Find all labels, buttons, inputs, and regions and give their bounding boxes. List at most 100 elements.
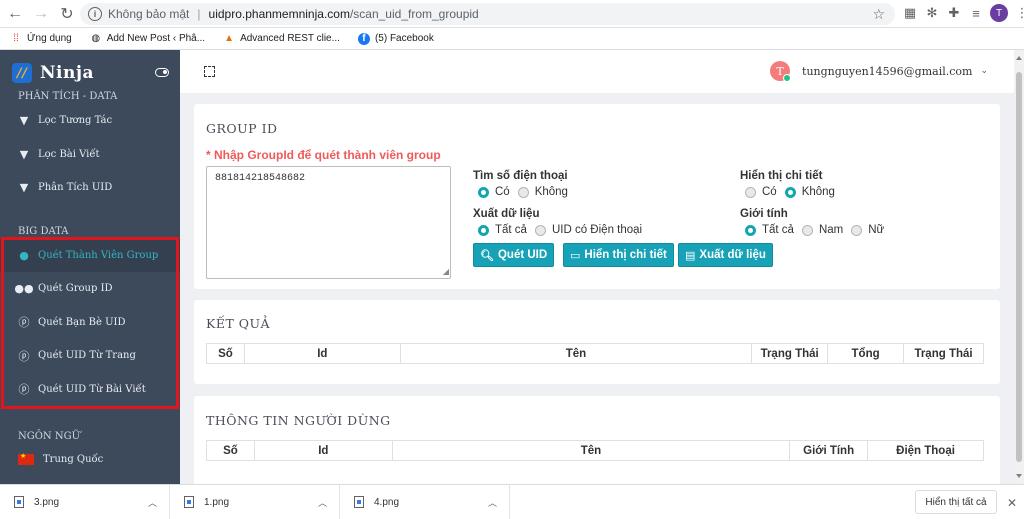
column-header: Tên (391, 440, 791, 461)
filter-icon: ▼ (19, 147, 29, 161)
playlist-icon[interactable]: ≡ (968, 5, 984, 21)
info-icon[interactable]: i (88, 7, 102, 21)
download-filename: 1.png (204, 496, 230, 508)
radio-find-phone-yes[interactable] (478, 186, 489, 198)
results-card: KẾT QUẢ Số Id Tên Trạng Thái Tổng Trạng … (194, 300, 1000, 384)
table-header-row: Số Id Tên Giới Tính Điện Thoại (206, 440, 984, 461)
card-title-user-info: THÔNG TIN NGƯỜI DÙNG (206, 413, 391, 428)
scroll-up-arrow-icon[interactable] (1016, 56, 1022, 60)
column-header: Số (206, 343, 245, 364)
gender-radios: Tất cả Nam Nữ (745, 224, 892, 236)
download-item[interactable]: 3.png ︿ (0, 484, 170, 519)
column-header: Trạng Thái (903, 343, 984, 364)
red-highlight-box (1, 237, 179, 409)
radio-gender-male[interactable] (801, 224, 813, 236)
security-label: Không bảo mật (108, 7, 190, 21)
downloads-bar: 3.png ︿ 1.png ︿ 4.png ︿ Hiển thị tất cả ✕ (0, 484, 1024, 519)
sidebar-item-language[interactable]: Trung Quốc (0, 444, 180, 474)
download-filename: 4.png (374, 496, 400, 508)
bookmark-facebook[interactable]: f (5) Facebook (357, 32, 434, 45)
radio-label: Tất cả (495, 224, 527, 236)
sidebar-item-loc-bai-viet[interactable]: ▼ Lọc Bài Viết (0, 138, 180, 172)
browser-toolbar: ← → ↻ i Không bảo mật | uidpro.phanmemni… (0, 0, 1024, 28)
radio-label: Không (534, 186, 568, 198)
scroll-down-arrow-icon[interactable] (1016, 474, 1022, 478)
show-detail-button[interactable]: ▭ Hiển thị chi tiết (563, 243, 674, 267)
globe-icon: ◍ (91, 33, 101, 44)
gear-icon[interactable]: ✻ (924, 5, 940, 21)
user-info-card: THÔNG TIN NGƯỜI DÙNG Số Id Tên Giới Tính… (194, 396, 1000, 484)
group-id-textarea[interactable]: 881814218548682 ◢ (206, 166, 451, 279)
avatar: T (770, 61, 792, 82)
chevron-down-icon: ⌄ (980, 66, 988, 76)
radio-show-detail-yes[interactable] (745, 186, 756, 198)
close-icon[interactable]: ✕ (1007, 496, 1017, 510)
image-file-icon (14, 496, 24, 508)
radio-find-phone-no[interactable] (517, 186, 529, 198)
radio-label: Không (801, 186, 835, 198)
show-all-downloads-button[interactable]: Hiển thị tất cả (915, 490, 997, 514)
back-arrow-icon[interactable]: ← (4, 3, 26, 25)
section-header-analysis: PHÂN TÍCH - DATA (18, 91, 118, 102)
bookmark-add-post[interactable]: ◍ Add New Post ‹ Phâ... (90, 33, 205, 45)
chevron-up-icon[interactable]: ︿ (488, 496, 497, 509)
scan-uid-button[interactable]: 🔍︎ Quét UID (473, 243, 555, 267)
radio-label: Có (762, 186, 777, 198)
sidebar-item-phan-tich-uid[interactable]: ▼ Phân Tích UID (0, 171, 180, 205)
user-menu[interactable]: T tungnguyen14596@gmail.com ⌄ (770, 61, 988, 82)
sidebar-item-label: Trung Quốc (43, 453, 104, 465)
card-title-results: KẾT QUẢ (206, 316, 271, 331)
show-detail-label: Hiển thị chi tiết (740, 170, 823, 182)
forward-arrow-icon[interactable]: → (30, 3, 52, 25)
bookmark-rest-client[interactable]: ▲ Advanced REST clie... (223, 33, 340, 45)
table-header-row: Số Id Tên Trạng Thái Tổng Trạng Thái (206, 343, 984, 364)
top-header: T tungnguyen14596@gmail.com ⌄ (180, 50, 1014, 93)
find-phone-label: Tìm số điện thoại (473, 170, 568, 182)
facebook-icon: f (357, 32, 370, 45)
chevron-up-icon[interactable]: ︿ (318, 496, 327, 509)
column-header: Tên (399, 343, 753, 364)
sidebar-item-label: Phân Tích UID (38, 182, 113, 194)
find-phone-radios: Có Không (478, 186, 576, 198)
radio-gender-all[interactable] (745, 224, 756, 236)
rest-client-icon: ▲ (224, 33, 235, 44)
radio-gender-female[interactable] (851, 224, 863, 236)
radio-show-detail-no[interactable] (784, 186, 796, 198)
sidebar: // Ninja PHÂN TÍCH - DATA ▼ Lọc Tương Tác… (0, 50, 180, 484)
menu-dots-icon[interactable]: ⋮ (1014, 5, 1024, 21)
chevron-up-icon[interactable]: ︿ (148, 496, 157, 509)
download-item[interactable]: 1.png ︿ (170, 484, 340, 519)
address-bar[interactable]: i Không bảo mật | uidpro.phanmemninja.co… (80, 3, 895, 25)
filter-icon: ▼ (19, 114, 29, 128)
scroll-thumb[interactable] (1016, 72, 1022, 462)
qr-code-icon[interactable]: ▦ (902, 5, 918, 21)
user-email: tungnguyen14596@gmail.com (802, 64, 973, 78)
column-header: Giới Tính (789, 440, 869, 461)
button-label: Hiển thị chi tiết (584, 249, 667, 261)
results-table: Số Id Tên Trạng Thái Tổng Trạng Thái (206, 343, 984, 364)
radio-export-with-phone[interactable] (534, 224, 546, 236)
show-detail-radios: Có Không (745, 186, 843, 198)
resize-handle-icon[interactable]: ◢ (443, 267, 449, 277)
radio-export-all[interactable] (478, 224, 489, 236)
reload-icon[interactable]: ↻ (56, 3, 78, 25)
fullscreen-icon[interactable] (204, 66, 215, 77)
download-item[interactable]: 4.png ︿ (340, 484, 510, 519)
sidebar-item-loc-tuong-tac[interactable]: ▼ Lọc Tương Tác (0, 104, 180, 138)
china-flag-icon (18, 452, 34, 465)
export-data-button[interactable]: ▤ Xuất dữ liệu (678, 243, 773, 267)
section-header-language: NGÔN NGỮ (18, 431, 81, 442)
bookmark-star-icon[interactable]: ☆ (872, 6, 885, 23)
folder-open-icon: ▭ (570, 249, 581, 262)
radio-label: Nam (818, 224, 844, 236)
main-content: T tungnguyen14596@gmail.com ⌄ GROUP ID *… (180, 50, 1014, 484)
button-label: Quét UID (497, 249, 548, 261)
gender-label: Giới tính (740, 208, 788, 220)
download-filename: 3.png (34, 496, 60, 508)
profile-avatar[interactable]: T (990, 4, 1008, 22)
bookmark-apps[interactable]: ⁞⁞ Ứng dụng (10, 33, 71, 45)
page-scrollbar[interactable] (1014, 50, 1024, 484)
puzzle-icon[interactable]: ✚ (946, 5, 962, 21)
sidebar-toggle-icon[interactable] (155, 68, 169, 77)
bookmarks-bar: ⁞⁞ Ứng dụng ◍ Add New Post ‹ Phâ... ▲ Advan… (0, 28, 1024, 50)
